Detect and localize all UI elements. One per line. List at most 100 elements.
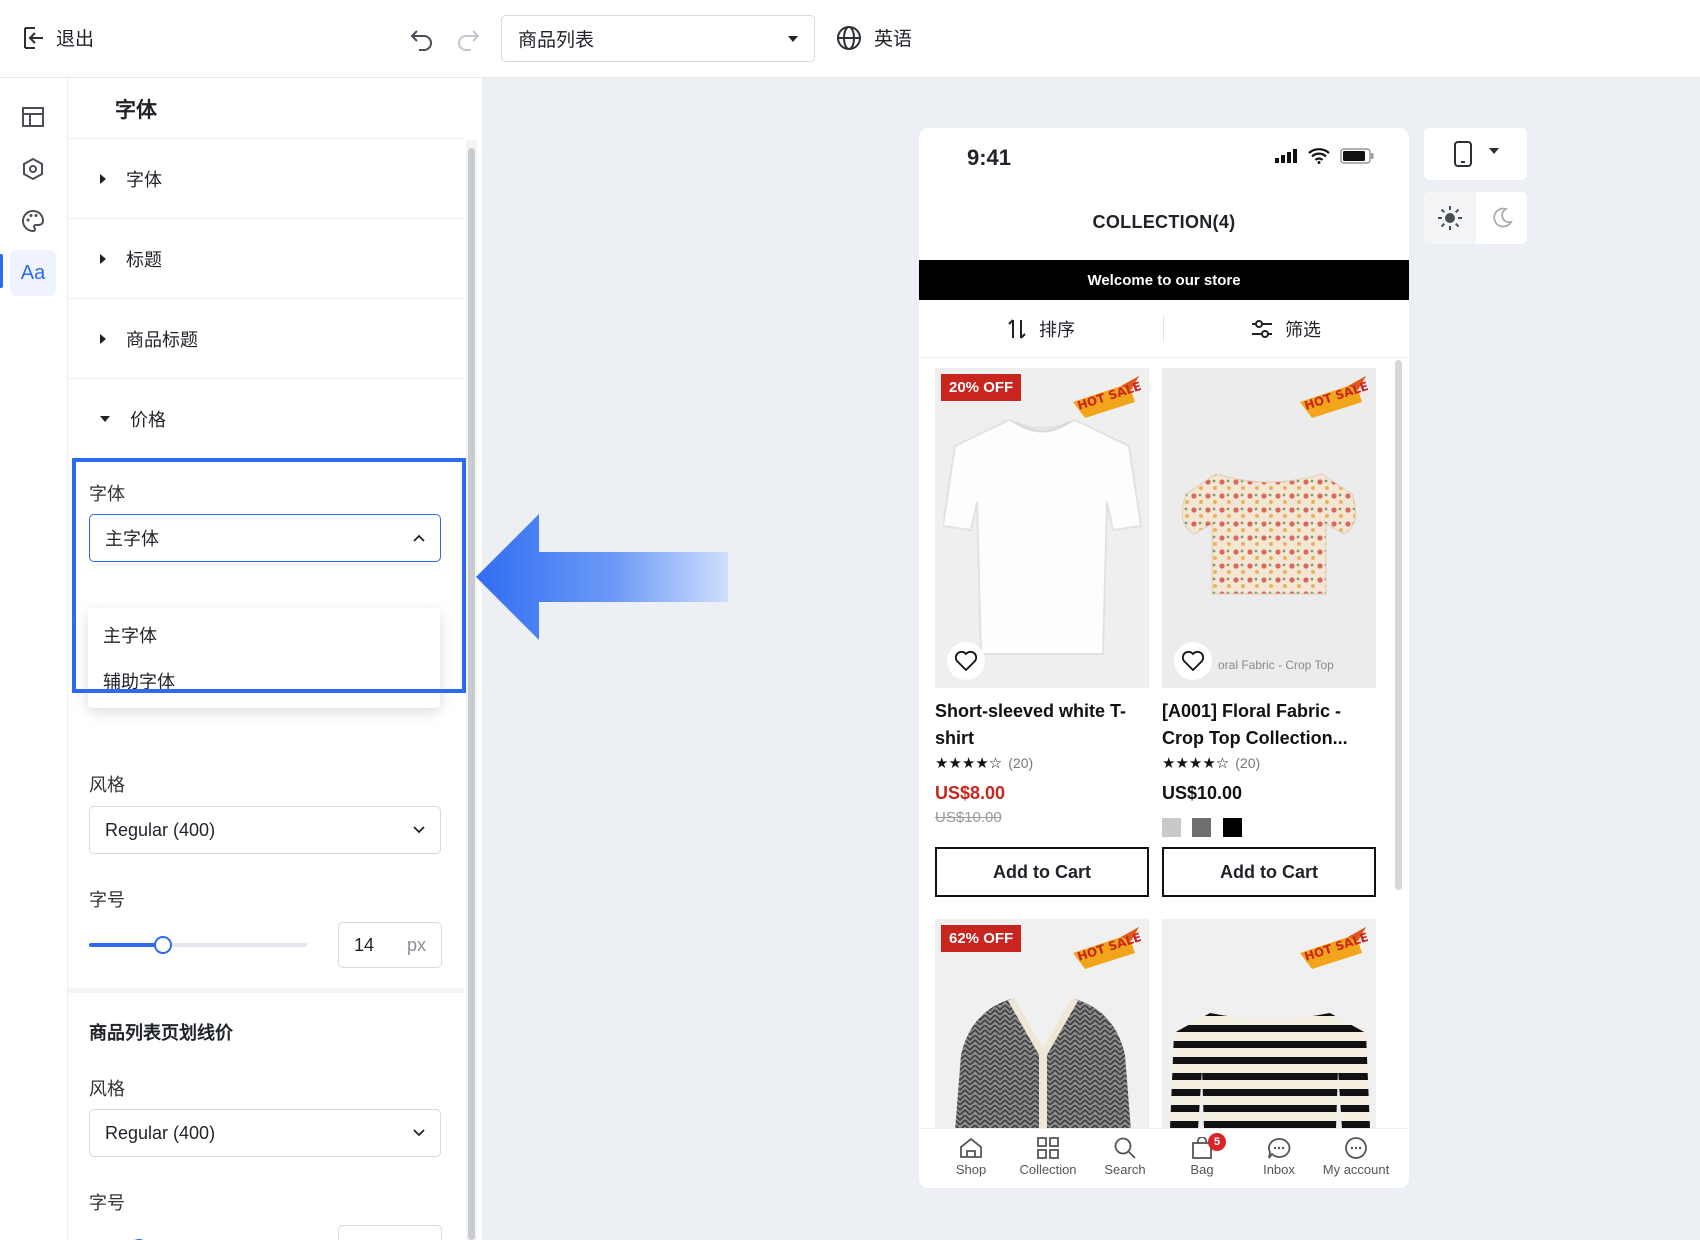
undo-icon[interactable] <box>409 25 435 51</box>
wishlist-button[interactable] <box>947 642 985 680</box>
collapse-caret-icon <box>100 415 110 422</box>
scrollbar-thumb[interactable] <box>468 148 475 1240</box>
search-icon <box>1114 1137 1136 1159</box>
heart-icon <box>1182 651 1204 671</box>
strike-size-label: 字号 <box>89 1193 125 1213</box>
product-image[interactable]: 62% OFF HOT SALE <box>935 919 1149 1129</box>
wishlist-button[interactable] <box>1174 642 1212 680</box>
panel-scrollbar[interactable] <box>466 140 477 1240</box>
hot-sale-sticker-icon: HOT SALE <box>1073 927 1141 969</box>
pointer-arrow-icon <box>476 514 728 640</box>
exit-icon <box>24 26 43 49</box>
discount-badge: 20% OFF <box>941 374 1022 401</box>
price-font-select[interactable]: 主字体 <box>89 514 441 562</box>
theme-toggle <box>1424 192 1527 244</box>
nav-label: Collection <box>1019 1162 1077 1177</box>
star-rating-icon: ★★★★☆ <box>935 755 1003 772</box>
floral-top-illustration <box>1181 473 1357 595</box>
nav-account[interactable]: My account <box>1320 1137 1392 1177</box>
preview-scrollbar[interactable] <box>1395 360 1402 890</box>
star-rating-icon: ★★★★☆ <box>1162 755 1230 772</box>
section-heading[interactable]: 标题 <box>68 218 464 298</box>
font-settings-panel: 字体 字体 标题 商品标题 价格 字体 主字体 主字体 辅助字体 风格 Regu… <box>68 78 482 1240</box>
exit-label: 退出 <box>56 29 95 50</box>
status-time: 9:41 <box>967 145 1012 170</box>
product-image[interactable]: 20% OFF HOT SALE <box>935 368 1149 688</box>
page-select[interactable]: 商品列表 <box>501 15 815 62</box>
device-select[interactable] <box>1424 128 1527 180</box>
strike-price-title: 商品列表页划线价 <box>89 1023 233 1043</box>
chevron-down-icon <box>413 1129 425 1137</box>
slider-handle[interactable] <box>154 936 173 954</box>
price-size-slider[interactable] <box>89 936 307 954</box>
price-font-value: 主字体 <box>105 529 159 549</box>
product-image[interactable]: HOT SALE <box>1162 919 1376 1129</box>
filter-button[interactable]: 筛选 <box>1251 300 1321 358</box>
collection-title: COLLECTION(4) <box>1092 212 1236 232</box>
nav-bag[interactable]: Bag 5 <box>1166 1133 1238 1177</box>
redo-icon[interactable] <box>455 25 481 51</box>
chat-icon <box>1268 1138 1291 1159</box>
font-option-primary[interactable]: 主字体 <box>103 622 157 648</box>
image-caption: oral Fabric - Crop Top <box>1218 658 1334 672</box>
color-swatch[interactable] <box>1223 818 1242 837</box>
status-icons <box>1274 148 1374 164</box>
moon-icon <box>1492 207 1513 228</box>
add-to-cart-button[interactable]: Add to Cart <box>935 847 1149 897</box>
strike-style-label: 风格 <box>89 1079 125 1099</box>
cardigan-illustration <box>955 997 1131 1129</box>
light-mode-button[interactable] <box>1424 192 1476 244</box>
color-swatch[interactable] <box>1192 818 1211 837</box>
add-to-cart-button[interactable]: Add to Cart <box>1162 847 1376 897</box>
rating-count: (20) <box>1008 755 1034 771</box>
striped-sweater-illustration <box>1170 1013 1370 1129</box>
hot-sale-sticker-icon: HOT SALE <box>1300 927 1368 969</box>
nav-search[interactable]: Search <box>1089 1137 1161 1177</box>
rail-theme-button[interactable] <box>10 198 56 244</box>
grid-icon <box>1037 1137 1059 1159</box>
product-name[interactable]: Short-sleeved white T-shirt <box>935 698 1149 752</box>
sort-filter-bar: 排序 筛选 <box>919 300 1409 358</box>
signal-icon <box>1275 149 1297 163</box>
section-divider <box>68 988 464 993</box>
active-indicator <box>0 254 3 288</box>
section-product-title[interactable]: 商品标题 <box>68 298 464 378</box>
nav-shop[interactable]: Shop <box>935 1137 1007 1177</box>
mobile-device-icon <box>1453 141 1472 167</box>
color-swatch[interactable] <box>1162 818 1181 837</box>
announcement-banner: Welcome to our store <box>919 260 1409 300</box>
globe-icon <box>837 25 861 50</box>
strike-style-select[interactable]: Regular (400) <box>89 1109 441 1157</box>
sort-button[interactable]: 排序 <box>1007 300 1075 358</box>
nav-label: Search <box>1104 1162 1146 1177</box>
account-icon <box>1345 1137 1367 1159</box>
rail-font-button[interactable]: Aa <box>10 250 56 296</box>
font-option-secondary[interactable]: 辅助字体 <box>103 668 175 694</box>
price-style-label: 风格 <box>89 775 125 795</box>
filter-sliders-icon <box>1252 320 1272 338</box>
product-name[interactable]: [A001] Floral Fabric - Crop Top Collecti… <box>1162 698 1376 752</box>
language-switcher[interactable]: 英语 <box>836 24 912 51</box>
price-size-input[interactable]: 14 px <box>338 922 442 968</box>
product-image[interactable]: HOT SALE oral Fabric - Crop Top <box>1162 368 1376 688</box>
bottom-navigation: Shop Collection Search Bag 5 Inbox My ac… <box>919 1128 1409 1188</box>
exit-button[interactable]: 退出 <box>23 24 94 51</box>
section-label: 字体 <box>126 169 162 190</box>
dark-mode-button[interactable] <box>1476 192 1527 244</box>
nav-label: Shop <box>955 1162 987 1177</box>
price-style-select[interactable]: Regular (400) <box>89 806 441 854</box>
product-price: US$10.00 <box>1162 783 1243 803</box>
product-rating: ★★★★☆ (20) <box>1162 754 1260 772</box>
section-price[interactable]: 价格 <box>68 378 464 458</box>
strike-size-input[interactable]: 12 px <box>338 1225 442 1240</box>
sort-icon <box>1008 319 1026 339</box>
nav-label: My account <box>1322 1162 1390 1177</box>
rail-settings-button[interactable] <box>10 146 56 192</box>
section-font[interactable]: 字体 <box>68 138 464 218</box>
rail-layout-button[interactable] <box>10 94 56 140</box>
sort-label: 排序 <box>1039 320 1075 340</box>
nav-collection[interactable]: Collection <box>1012 1137 1084 1177</box>
layout-icon <box>22 107 44 127</box>
expand-caret-icon <box>100 253 106 264</box>
nav-inbox[interactable]: Inbox <box>1243 1137 1315 1177</box>
